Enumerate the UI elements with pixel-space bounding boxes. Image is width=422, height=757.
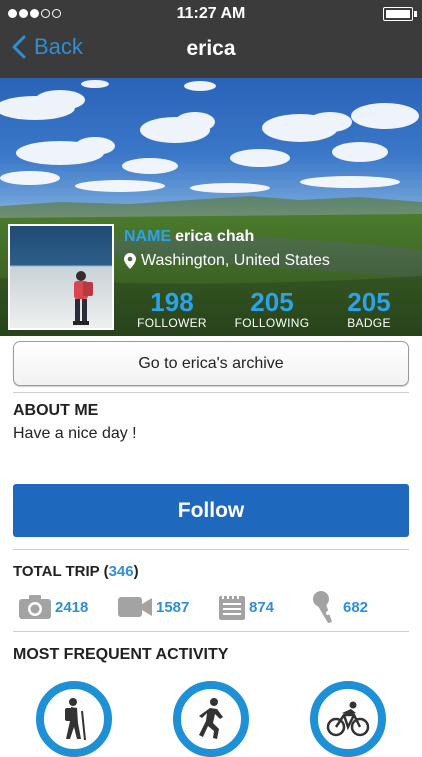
status-time: 11:27 AM [176, 5, 246, 22]
divider [13, 631, 409, 632]
audio-count-value: 682 [343, 598, 369, 616]
activity-hiking[interactable] [36, 681, 112, 757]
profile-name: erica chah [175, 228, 255, 245]
archive-button[interactable]: Go to erica's archive [13, 341, 409, 386]
audio-count[interactable]: 682 [310, 591, 368, 623]
back-button[interactable]: Back [12, 34, 83, 60]
profile-location: Washington, United States [141, 252, 330, 269]
profile-info: NAME erica chah Washington, United States [124, 228, 330, 270]
profile-stats: 198 FOLLOWER 205 FOLLOWING 205 BADGE [132, 288, 412, 336]
stat-label: FOLLOWING [234, 316, 310, 330]
avatar[interactable] [8, 224, 114, 330]
location-pin-icon [124, 253, 136, 269]
top-bar: 11:27 AM Back erica [0, 0, 422, 78]
stat-value: 198 [150, 287, 194, 317]
camera-icon [19, 595, 51, 619]
follow-button[interactable]: Follow [13, 484, 409, 537]
note-count-value: 874 [249, 598, 275, 616]
divider [13, 549, 409, 550]
notebook-icon [219, 594, 245, 620]
video-count-value: 1587 [156, 598, 190, 616]
stat-badge[interactable]: 205 BADGE [324, 288, 414, 330]
stat-follower[interactable]: 198 FOLLOWER [127, 288, 217, 330]
activity-title: MOST FREQUENT ACTIVITY [13, 646, 229, 663]
media-counts: 2418 1587 874 682 [18, 591, 418, 625]
photo-count-value: 2418 [55, 598, 89, 616]
name-tag: NAME [124, 228, 172, 245]
avatar-person-image [73, 271, 93, 325]
video-icon [118, 597, 152, 617]
total-trip-count[interactable]: 346 [109, 563, 134, 580]
microphone-icon [313, 591, 332, 623]
total-trip-label: TOTAL TRIP ( [13, 563, 109, 580]
about-title: ABOUT ME [13, 402, 99, 419]
nav-bar: Back erica [0, 28, 422, 78]
activity-running[interactable] [173, 681, 249, 757]
running-icon [199, 698, 223, 739]
video-count[interactable]: 1587 [117, 591, 189, 623]
hiking-icon [65, 698, 86, 741]
note-count[interactable]: 874 [218, 591, 274, 623]
profile-cover: NAME erica chah Washington, United States… [0, 78, 422, 336]
profile-location-line: Washington, United States [124, 252, 330, 270]
cycling-icon [326, 701, 370, 737]
stat-value: 205 [250, 287, 294, 317]
about-text: Have a nice day ! [13, 425, 137, 442]
total-trip-title: TOTAL TRIP (346) [13, 563, 139, 580]
profile-name-line: NAME erica chah [124, 228, 330, 246]
stat-label: FOLLOWER [137, 316, 207, 330]
photo-count[interactable]: 2418 [18, 591, 88, 623]
status-bar: 11:27 AM [0, 0, 422, 28]
total-trip-close: ) [133, 563, 139, 580]
stat-value: 205 [347, 287, 391, 317]
chevron-left-icon [12, 35, 26, 59]
stat-following[interactable]: 205 FOLLOWING [227, 288, 317, 330]
battery-icon [383, 7, 417, 21]
divider [13, 392, 409, 393]
activity-cycling[interactable] [310, 681, 386, 757]
stat-label: BADGE [347, 316, 391, 330]
back-label: Back [34, 34, 83, 59]
